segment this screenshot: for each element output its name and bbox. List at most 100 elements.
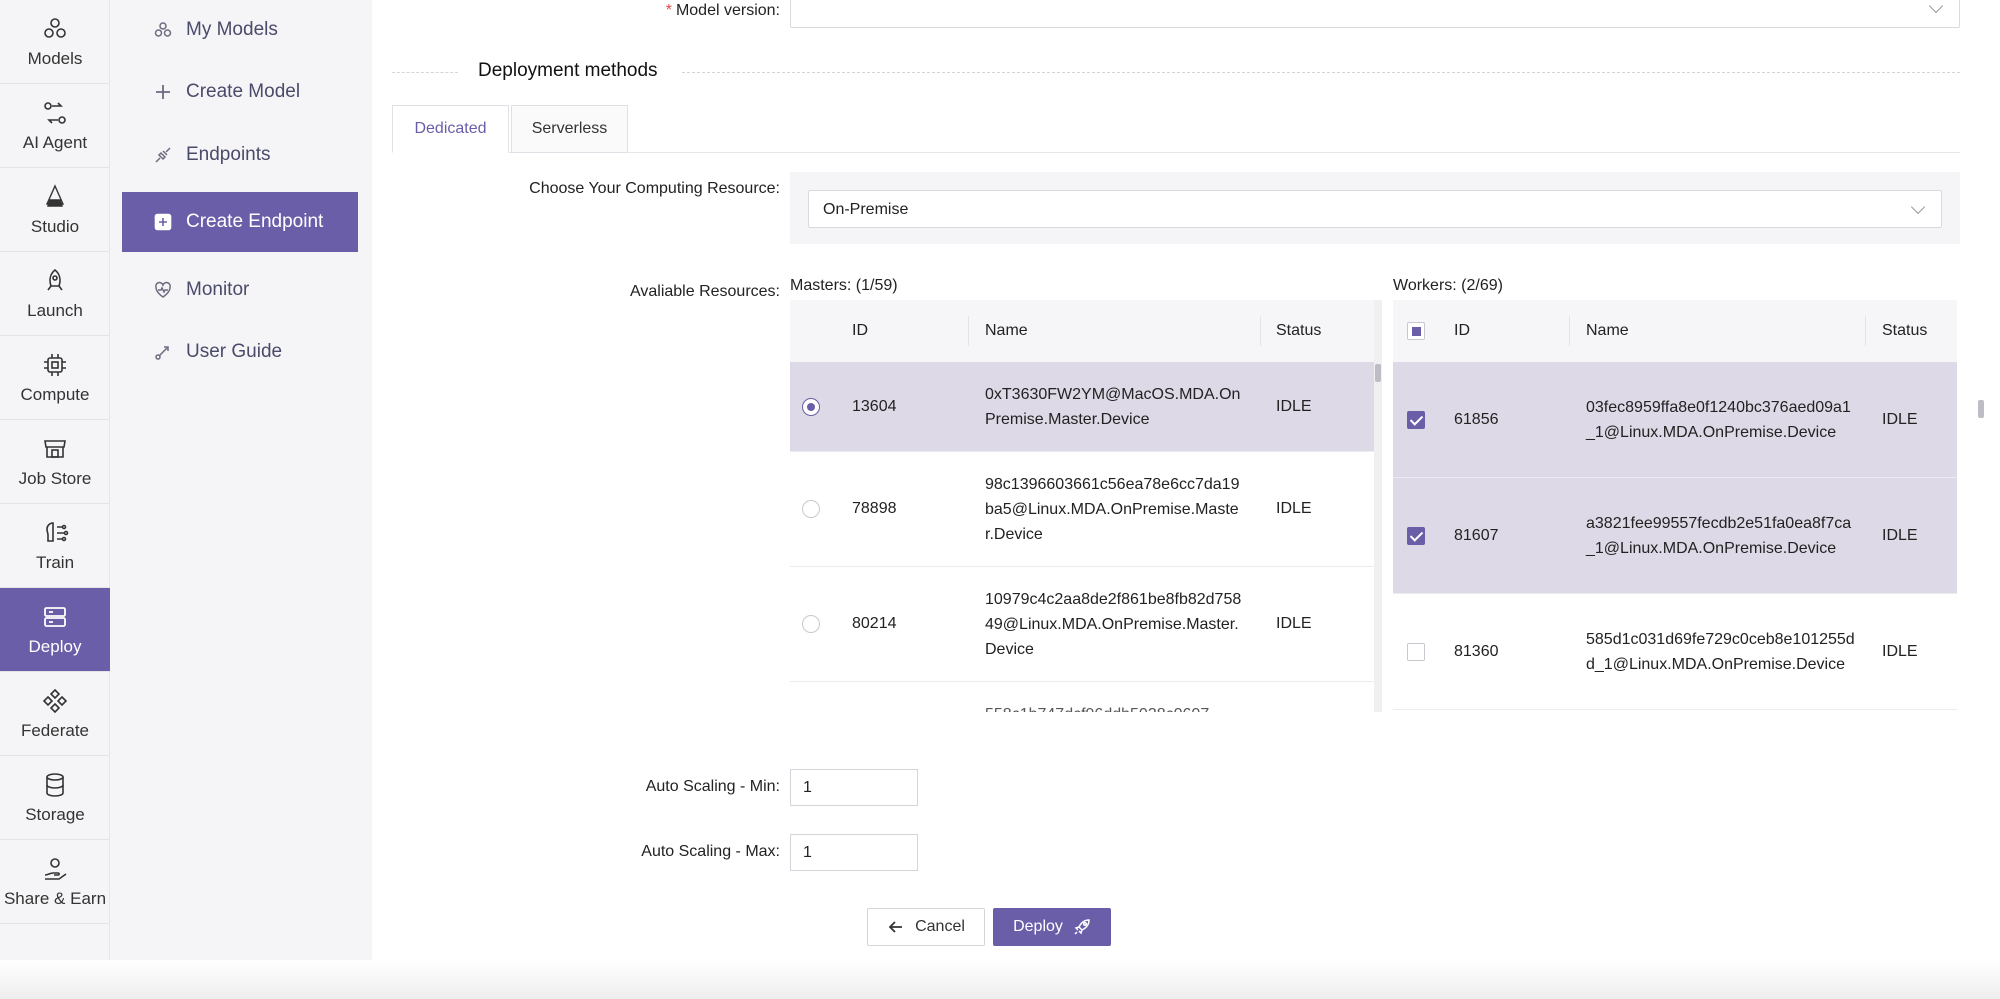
masters-row[interactable]: 78898 98c1396603661c56ea78e6cc7da19ba5@L… [790,452,1374,567]
deploy-button[interactable]: Deploy [993,908,1111,946]
column-header-status: Status [1882,322,1928,339]
compute-icon [44,353,66,376]
rail-item-launch[interactable]: Launch [0,252,110,336]
subnav-item-my-models[interactable]: My Models [122,0,358,60]
column-header-id: ID [852,322,868,339]
main-content: * Model version: Deployment methods Dedic… [372,0,2000,999]
masters-row[interactable]: 558c1b747dcf96ddb5038c0607 [790,682,1374,712]
model-version-label: * Model version: [665,2,780,19]
computing-resource-select[interactable]: On-Premise [808,190,1942,228]
workers-row[interactable]: 81607 a3821fee99557fecdb2e51fa0ea8f7ca_1… [1393,478,1957,594]
workers-title: Workers: (2/69) [1393,277,1503,294]
section-divider-left [392,72,458,73]
row-id: 78898 [852,500,897,517]
deployment-methods-title: Deployment methods [478,60,658,81]
required-marker: * [665,2,672,19]
secondary-sidebar: My Models Create Model Endpoints Create … [110,0,372,999]
subnav-item-user-guide[interactable]: User Guide [122,322,358,382]
select-all-checkbox[interactable] [1407,322,1425,340]
column-header-id: ID [1454,322,1470,339]
rail-label: Models [27,48,83,68]
tab-serverless[interactable]: Serverless [511,105,628,153]
subnav-item-monitor[interactable]: Monitor [122,260,358,320]
subnav-label: Monitor [186,279,250,300]
masters-title: Masters: (1/59) [790,277,898,294]
subnav-label: My Models [186,19,278,40]
auto-scaling-min-input[interactable]: 1 [790,769,918,806]
checkbox-checked[interactable] [1407,526,1425,545]
create-endpoint-icon [152,211,174,233]
rail-item-ai-agent[interactable]: AI Agent [0,84,110,168]
subnav-label: Create Model [186,81,301,102]
masters-table: ID Name Status 13604 0xT3630FW2YM@MacOS.… [790,300,1374,712]
scroll-thumb[interactable] [1978,400,1984,418]
row-status: IDLE [1276,500,1312,517]
row-id: 80214 [852,615,897,632]
rail-item-deploy[interactable]: Deploy [0,588,110,672]
subnav-label: User Guide [186,341,283,362]
row-status: IDLE [1882,526,1918,544]
auto-scaling-max-input[interactable]: 1 [790,834,918,871]
row-status: IDLE [1882,642,1918,660]
subnav-item-create-endpoint[interactable]: Create Endpoint [122,192,358,252]
column-header-name: Name [1586,322,1629,339]
row-id: 81360 [1454,642,1499,660]
section-divider-right [682,72,1960,73]
rail-item-studio[interactable]: Studio [0,168,110,252]
cancel-button[interactable]: Cancel [867,908,985,946]
masters-table-header: ID Name Status [790,300,1374,362]
subnav-label: Endpoints [186,144,271,165]
checkbox-checked[interactable] [1407,410,1425,429]
workers-row[interactable]: 81360 585d1c031d69fe729c0ceb8e101255dd_1… [1393,594,1957,710]
rail-item-train[interactable]: Train [0,504,110,588]
studio-icon [45,183,65,207]
column-header-status: Status [1276,322,1322,339]
workers-table-header: ID Name Status [1393,300,1957,362]
row-name: 10979c4c2aa8de2f861be8fb82d75849@Linux.M… [985,590,1242,658]
masters-row[interactable]: 80214 10979c4c2aa8de2f861be8fb82d75849@L… [790,567,1374,682]
subnav-item-create-model[interactable]: Create Model [122,62,358,122]
workers-row[interactable]: 61856 03fec8959ffa8e0f1240bc376aed09a1_1… [1393,362,1957,478]
radio-unselected[interactable] [802,615,820,633]
row-status: IDLE [1882,410,1918,428]
radio-unselected[interactable] [802,500,820,518]
rail-item-job-store[interactable]: Job Store [0,420,110,504]
workers-scrollbar[interactable] [1978,300,1984,712]
row-name: 98c1396603661c56ea78e6cc7da19ba5@Linux.M… [985,475,1240,543]
row-id: 61856 [1454,410,1499,428]
storage-icon [46,772,64,797]
rail-item-compute[interactable]: Compute [0,336,110,420]
masters-row[interactable]: 13604 0xT3630FW2YM@MacOS.MDA.OnPremise.M… [790,362,1374,452]
rail-label: Deploy [28,636,82,656]
rail-label: Train [35,552,75,572]
row-id: 13604 [852,397,897,415]
rail-item-federate[interactable]: Federate [0,672,110,756]
row-status: IDLE [1276,615,1312,632]
rail-label: AI Agent [22,132,88,152]
share-earn-icon [44,857,67,880]
icon-rail: Models AI Agent Studio Launch Compute Jo… [0,0,110,999]
subnav-label: Create Endpoint [186,211,324,232]
rail-label: Share & Earn [3,888,107,908]
rail-item-share-earn[interactable]: Share & Earn [0,840,110,924]
tab-dedicated[interactable]: Dedicated [392,105,509,153]
model-version-select[interactable] [790,0,1960,28]
subnav-item-endpoints[interactable]: Endpoints [122,125,358,185]
models-icon [44,17,66,38]
ai-agent-icon [44,101,66,124]
rail-item-models[interactable]: Models [0,0,110,84]
rail-label: Storage [25,804,85,824]
deploy-icon [44,606,66,627]
chevron-down-icon [1910,199,1926,215]
scroll-thumb[interactable] [1375,364,1381,382]
plus-icon [152,81,174,103]
checkbox-unchecked[interactable] [1407,642,1425,661]
column-separator [1569,316,1570,346]
train-icon [46,521,69,542]
column-separator [1865,316,1866,346]
masters-scrollbar[interactable] [1374,300,1382,712]
radio-selected[interactable] [802,397,820,416]
workers-table: ID Name Status 61856 03fec8959ffa8e0f124… [1393,300,1957,712]
rail-item-storage[interactable]: Storage [0,756,110,840]
federate-icon [42,688,68,713]
